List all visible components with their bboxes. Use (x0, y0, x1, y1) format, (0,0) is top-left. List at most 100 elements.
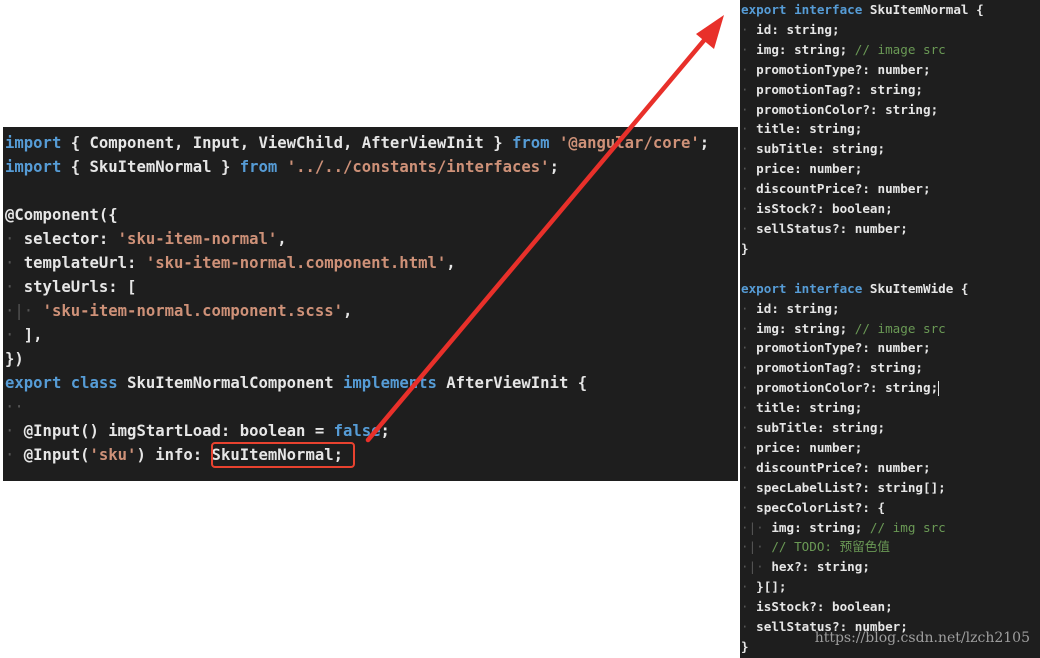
whitespace-marker: · (741, 380, 749, 396)
whitespace-marker: ·|· (5, 302, 34, 320)
whitespace-marker: · (741, 61, 749, 77)
whitespace-marker: · (741, 459, 749, 475)
code-text: discountPrice?: number; (748, 459, 931, 475)
code-keyword: false (333, 422, 381, 440)
code-line: · img: string; // image src (740, 319, 1040, 339)
code-keyword: import (5, 158, 62, 176)
code-keyword: export (741, 280, 787, 296)
code-line: · img: string; // image src (740, 40, 1040, 60)
code-line: ·|· img: string; // img src (740, 518, 1040, 538)
code-line: import { Component, Input, ViewChild, Af… (3, 131, 738, 155)
code-text: @Input( (14, 446, 90, 464)
code-text: { SkuItemNormal } (61, 158, 240, 176)
code-string: 'sku-item-normal.component.html' (145, 254, 447, 272)
code-text: }) (5, 350, 24, 368)
whitespace-marker: · (741, 161, 749, 177)
code-string: '@angular/core' (558, 134, 700, 152)
code-string: 'sku' (89, 446, 137, 464)
whitespace-marker: · (741, 201, 749, 217)
whitespace-marker: · (741, 320, 749, 336)
code-line: }) (3, 347, 738, 371)
code-text: img: string; (748, 41, 855, 57)
whitespace-marker: ·|· (741, 519, 764, 535)
code-comment: // image src (854, 41, 946, 57)
code-keyword: implements (343, 374, 437, 392)
whitespace-marker: · (5, 446, 15, 464)
code-line: · specLabelList?: string[]; (740, 478, 1040, 498)
code-text: ) info: SkuItemNormal; (136, 446, 343, 464)
code-text: img: string; (763, 519, 870, 535)
code-text: isStock?: boolean; (748, 201, 893, 217)
code-line: · sellStatus?: number; (740, 219, 1040, 239)
whitespace-marker: · (741, 579, 749, 595)
code-line: · title: string; (740, 398, 1040, 418)
code-text: specColorList?: { (748, 499, 886, 515)
code-line: · @Input() imgStartLoad: boolean = false… (3, 419, 738, 443)
whitespace-marker: · (741, 101, 749, 117)
whitespace-marker: · (5, 230, 15, 248)
code-comment: // TODO: 预留色值 (771, 539, 890, 555)
whitespace-marker: · (741, 41, 749, 57)
code-line: · price: number; (740, 438, 1040, 458)
whitespace-marker: · (741, 599, 749, 615)
code-text: price: number; (748, 439, 863, 455)
code-line: · styleUrls: [ (3, 275, 738, 299)
code-keyword: interface (794, 2, 863, 17)
whitespace-marker: · (741, 300, 749, 316)
code-text: ; (380, 422, 390, 440)
code-line: export class SkuItemNormalComponent impl… (3, 371, 738, 395)
code-string: '../../constants/interfaces' (286, 158, 550, 176)
code-line: ·|· 'sku-item-normal.component.scss', (3, 299, 738, 323)
code-line: · discountPrice?: number; (740, 458, 1040, 478)
code-keyword: from (239, 158, 278, 176)
code-line: import { SkuItemNormal } from '../../con… (3, 155, 738, 179)
code-text: selector: (14, 230, 118, 248)
whitespace-marker: · (5, 278, 15, 296)
code-line: ·|· hex?: string; (740, 557, 1040, 577)
code-line: · subTitle: string; (740, 418, 1040, 438)
code-line: · @Input('sku') info: SkuItemNormal; (3, 443, 738, 467)
code-string: 'sku-item-normal' (117, 230, 278, 248)
code-line: · discountPrice?: number; (740, 179, 1040, 199)
code-text: }[]; (748, 579, 787, 595)
code-text: sellStatus?: number; (748, 220, 908, 236)
arrow-head (696, 15, 724, 49)
code-text: @Component({ (5, 206, 118, 224)
whitespace-marker: · (741, 479, 749, 495)
code-line: · }[]; (740, 577, 1040, 597)
code-string: 'sku-item-normal.component.scss' (42, 302, 343, 320)
code-text: { Component, Input, ViewChild, AfterView… (61, 134, 512, 152)
code-text: SkuItemWide { (862, 280, 969, 296)
whitespace-marker: ·· (5, 398, 24, 416)
whitespace-marker: · (741, 220, 749, 236)
code-line: } (740, 239, 1040, 259)
text-cursor (938, 381, 940, 397)
component-code-panel: import { Component, Input, ViewChild, Af… (3, 127, 738, 481)
code-text: SkuItemNormal { (862, 2, 984, 17)
code-text: } (741, 240, 749, 256)
code-text: promotionType?: number; (748, 61, 931, 77)
whitespace-marker: · (741, 400, 749, 416)
code-line: · isStock?: boolean; (740, 597, 1040, 617)
whitespace-marker: · (741, 21, 749, 37)
code-line: · ], (3, 323, 738, 347)
code-text: subTitle: string; (748, 420, 886, 436)
code-text: title: string; (748, 121, 863, 137)
code-text: promotionTag?: string; (748, 81, 923, 97)
code-text: specLabelList?: string[]; (748, 479, 946, 495)
code-line: · id: string; (740, 299, 1040, 319)
code-line: · promotionType?: number; (740, 60, 1040, 80)
code-line: · promotionTag?: string; (740, 80, 1040, 100)
code-text: promotionColor?: string; (748, 101, 939, 117)
code-line: · price: number; (740, 159, 1040, 179)
code-text: promotionType?: number; (748, 340, 931, 356)
code-keyword: export (5, 374, 62, 392)
code-text: promotionColor?: string; (748, 380, 939, 396)
code-keyword: import (5, 134, 62, 152)
code-text: styleUrls: [ (14, 278, 137, 296)
code-line: · subTitle: string; (740, 139, 1040, 159)
